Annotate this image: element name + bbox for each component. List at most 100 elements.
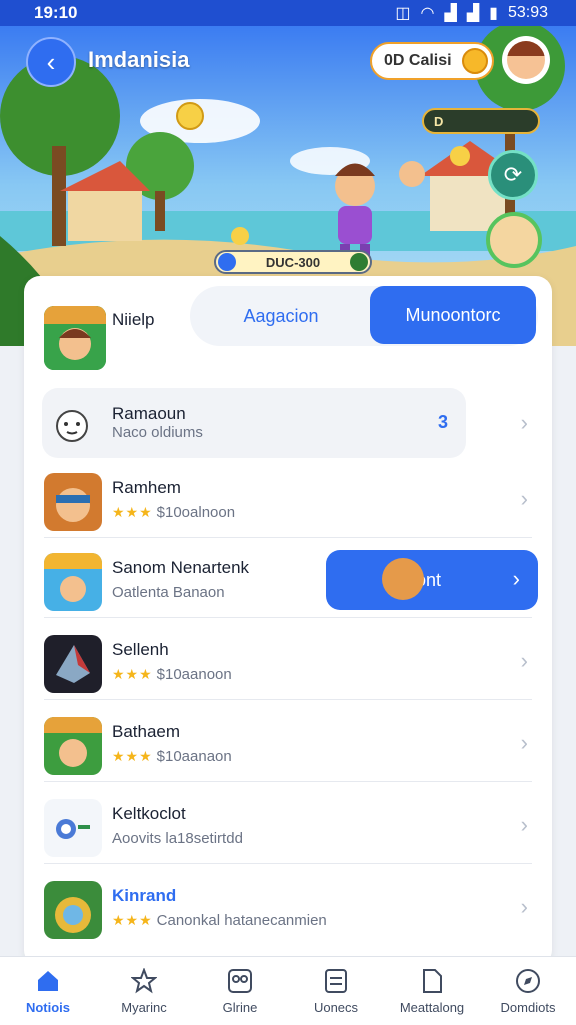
list-item-subtitle: Aoovits la18setirtdd <box>112 830 243 847</box>
segment-option-1[interactable]: Aagacion <box>190 286 372 346</box>
rating-stars: ★★★ <box>112 504 153 520</box>
signal-2-icon: ▟ <box>466 5 480 22</box>
score-right-icon <box>350 253 368 271</box>
list-item[interactable]: Sellenh ★★★ $10aanoon › <box>24 622 552 700</box>
chevron-right-icon: › <box>520 486 528 511</box>
currency-pill[interactable]: 0D Calisi <box>370 42 494 80</box>
currency-label: 0D Calisi <box>384 52 452 69</box>
search-row[interactable]: Ramaoun Naco oldiums 3 <box>42 388 466 458</box>
rating-stars: ★★★ <box>112 666 153 682</box>
tab-label: Uonecs <box>313 999 359 1015</box>
status-right-text: 53:93 <box>507 4 548 21</box>
chevron-right-icon: › <box>520 894 528 919</box>
chevron-right-icon: › <box>520 410 528 435</box>
score-value: DUC-300 <box>265 254 321 270</box>
list-icon <box>325 968 347 993</box>
search-row-subtitle: Naco oldiums <box>112 424 203 441</box>
chevron-right-icon: › <box>520 730 528 755</box>
game-icon <box>44 473 102 531</box>
list-item-price: Canonkal hatanecanmien <box>156 912 327 929</box>
document-icon <box>423 968 442 993</box>
chevron-left-icon: ‹ <box>46 46 56 77</box>
list-item-subtitle: ★★★ $10aanoon <box>112 666 232 683</box>
list-item-name: Sanom Nenartenk <box>112 558 250 577</box>
compass-icon <box>516 968 540 993</box>
wifi-icon: ◠ <box>420 5 435 22</box>
list-item-name: Bathaem <box>112 722 181 741</box>
list-item-subtitle: ★★★ $10aanaon <box>112 748 232 765</box>
status-icons: ◫ ◠ ▟ ▟ ▮ 53:93 <box>395 3 548 23</box>
tab-documents[interactable]: Meattalong <box>384 957 480 1025</box>
tab-label: Myarinc <box>121 999 167 1015</box>
list-item[interactable]: Bathaem ★★★ $10aanaon › <box>24 704 552 782</box>
featured-game-icon[interactable] <box>44 306 106 370</box>
game-icon <box>44 553 102 611</box>
row-divider <box>44 617 532 618</box>
list-item-name: Kinrand <box>112 886 177 905</box>
tab-favorites[interactable]: Myarinc <box>96 957 192 1025</box>
refresh-icon: ⟳ <box>503 162 523 187</box>
home-icon <box>38 970 58 991</box>
tab-explore[interactable]: Domdiots <box>480 957 576 1025</box>
score-left-icon <box>218 253 236 271</box>
game-icon <box>44 717 102 775</box>
list-item-name: Ramhem <box>112 478 181 497</box>
pet-face-icon <box>56 410 88 442</box>
list-item[interactable]: Ramhem ★★★ $10oalnoon › <box>24 460 552 538</box>
chevron-right-icon: › <box>520 812 528 837</box>
list-item-name: Keltkoclot <box>112 804 186 823</box>
list-item-price: $10aanoon <box>156 666 232 683</box>
bottom-tab-bar: Notiois Myarinc Glrine Uonecs Meattalong… <box>0 956 576 1025</box>
list-item-subtitle: Oatlenta Banaon <box>112 584 225 601</box>
avatar[interactable] <box>502 36 550 84</box>
tab-label: Notiois <box>25 999 71 1015</box>
featured-label: Niielp <box>112 310 155 329</box>
tab-list[interactable]: Uonecs <box>288 957 384 1025</box>
search-row-count: 3 <box>437 412 448 432</box>
star-icon <box>131 967 157 993</box>
avatar-face-icon <box>507 41 545 79</box>
list-item-subtitle: ★★★ $10oalnoon <box>112 504 235 521</box>
status-bar: 19:10 ◫ ◠ ▟ ▟ ▮ 53:93 <box>0 0 576 26</box>
search-row-name: Ramaoun <box>112 404 186 423</box>
status-time: 19:10 <box>34 3 78 22</box>
launch-button[interactable]: Lbont › <box>326 550 538 610</box>
list-item-price: $10oalnoon <box>156 504 236 521</box>
tab-label: Glrine <box>222 999 258 1015</box>
game-icon <box>44 881 102 939</box>
back-button[interactable]: ‹ <box>26 37 76 87</box>
rating-stars: ★★★ <box>112 748 153 764</box>
row-divider <box>44 781 532 782</box>
rating-stars: ★★★ <box>112 912 153 928</box>
chevron-right-icon: › <box>512 566 520 591</box>
chevron-right-icon: › <box>520 648 528 673</box>
refresh-button[interactable]: ⟳ <box>488 150 538 200</box>
tab-home[interactable]: Notiois <box>0 957 96 1025</box>
tab-label: Meattalong <box>399 999 465 1015</box>
game-list-card: Niielp Aagacion Munoontorc Ramaoun Naco … <box>24 276 552 966</box>
list-item-subtitle: ★★★ Canonkal hatanecanmien <box>112 912 327 929</box>
tab-grid[interactable]: Glrine <box>192 957 288 1025</box>
row-divider <box>44 537 532 538</box>
score-bar: DUC-300 <box>214 250 372 274</box>
tab-label: Domdiots <box>500 999 556 1015</box>
list-item[interactable]: Keltkoclot Aoovits la18setirtdd › <box>24 786 552 864</box>
grid-icon <box>228 968 252 993</box>
segment-option-2-selected[interactable]: Munoontorc <box>370 286 536 344</box>
pet-icon <box>382 558 424 600</box>
list-item[interactable]: Kinrand ★★★ Canonkal hatanecanmien › <box>24 868 552 946</box>
list-item-price: $10aanaon <box>156 748 232 765</box>
top-header: ‹ Imdanisia 0D Calisi <box>0 26 576 92</box>
vibrate-icon: ◫ <box>395 5 411 22</box>
character-button[interactable] <box>486 212 542 268</box>
game-icon <box>44 635 102 693</box>
battery-icon: ▮ <box>489 5 498 22</box>
level-badge-text: D <box>434 113 444 129</box>
row-divider <box>44 699 532 700</box>
list-item-name: Sellenh <box>112 640 169 659</box>
featured-game-art <box>44 306 106 370</box>
signal-icon: ▟ <box>444 5 457 22</box>
level-badge: D <box>422 108 540 134</box>
game-icon <box>44 799 102 857</box>
segmented-control: Aagacion Munoontorc <box>190 286 538 346</box>
